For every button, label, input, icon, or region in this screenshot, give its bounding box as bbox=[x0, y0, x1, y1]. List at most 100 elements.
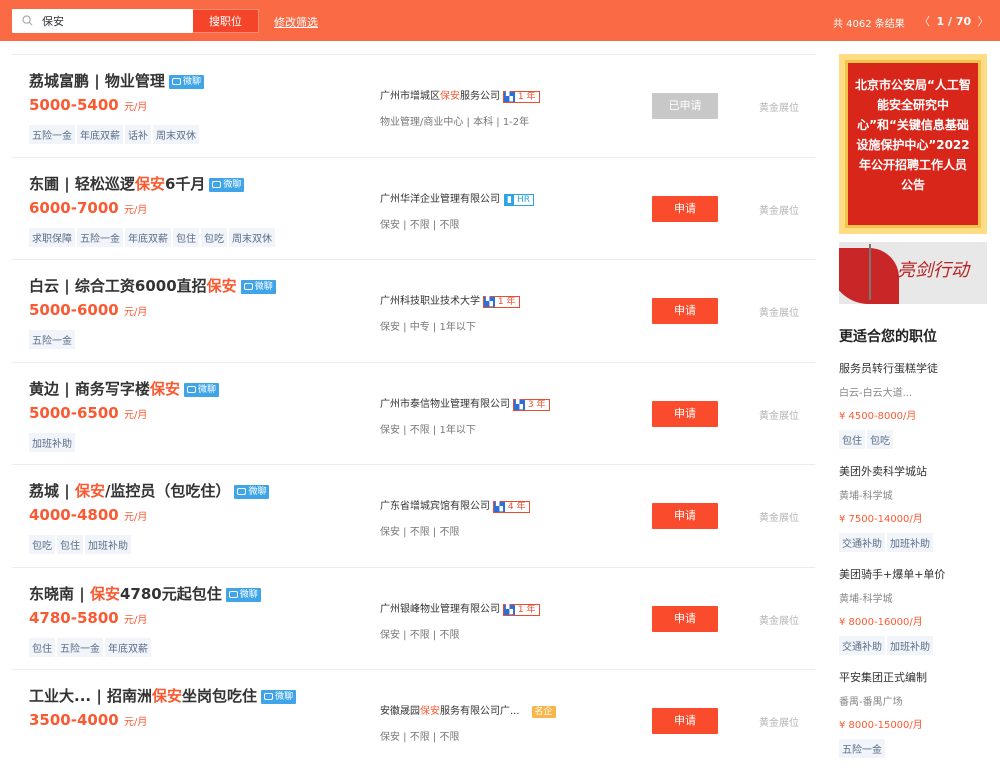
company-name[interactable]: 广州市泰信物业管理有限公司 ▚ 3 年 bbox=[380, 395, 550, 411]
recommend-heading: 更适合您的职位 bbox=[839, 329, 937, 345]
recommended-job[interactable]: 服务员转行蛋糕学徒 白云-白云大道... ¥ 4500-8000/月 包住 包吃 bbox=[839, 360, 987, 449]
job-item[interactable]: 荔城 | 保安/监控员（包吃住） 微聊 4000-4800 元/月 包吃 包住 加班补助 广… bbox=[12, 464, 815, 567]
recommended-job[interactable]: 美团骑手+爆单+单价 黄埔-科学城 ¥ 8000-16000/月 交通补助 加班补助 bbox=[839, 566, 987, 655]
job-salary: 5000-5400 元/月 bbox=[29, 96, 147, 114]
company-name-text: 广州市泰信物业管理有限公司 bbox=[380, 398, 510, 410]
apply-button[interactable]: 申请 bbox=[652, 605, 718, 632]
chat-badge-label: 微聊 bbox=[197, 384, 216, 395]
job-item[interactable]: 东晓南 | 保安4780元起包住 微聊 4780-5800 元/月 包住 五险一金 年底双… bbox=[12, 566, 815, 670]
job-salary: 6000-7000 元/月 bbox=[29, 199, 147, 217]
job-tags: 包吃 包住 加班补助 bbox=[29, 534, 133, 554]
chat-badge-label: 微聊 bbox=[239, 589, 258, 600]
wechat-chat-badge[interactable]: 微聊 bbox=[261, 690, 297, 704]
wechat-chat-badge[interactable]: 微聊 bbox=[183, 382, 219, 397]
recommended-job-location: 黄埔-科学城 bbox=[839, 491, 893, 502]
apply-button[interactable]: 申请 bbox=[652, 503, 718, 529]
job-meta: 物业管理/商业中心 | 本科 | 1-2年 bbox=[380, 117, 530, 128]
apply-button[interactable]: 申请 bbox=[652, 298, 718, 324]
modify-filter-link[interactable]: 修改筛选 bbox=[274, 14, 318, 30]
membership-icon: ▚ bbox=[504, 604, 515, 615]
benefit-tag: 包住 bbox=[29, 637, 55, 657]
benefit-tag: 五险一金 bbox=[77, 227, 123, 247]
prev-page-button[interactable]: 〈 bbox=[916, 13, 933, 29]
job-item[interactable]: 荔城富鹏 | 物业管理 微聊 5000-5400 元/月 五险一金 年底双薪 话补 周末双休… bbox=[12, 54, 815, 157]
company-name-text: 广州市增城区 bbox=[380, 91, 440, 102]
search-box[interactable] bbox=[12, 9, 193, 33]
job-item[interactable]: 黄边 | 商务写字楼保安 微聊 5000-6500 元/月 加班补助 广州市泰信物业管理… bbox=[12, 361, 815, 465]
company-name[interactable]: 广东省增城宾馆有限公司 ▚ 4 年 bbox=[380, 497, 530, 513]
next-page-button[interactable]: 〉 bbox=[975, 13, 992, 29]
company-name[interactable]: 广州科技职业技术大学 ▚ 1 年 bbox=[380, 292, 520, 308]
recommended-job-title[interactable]: 平安集团正式编制 bbox=[839, 669, 987, 685]
company-name[interactable]: 广州华洋企业管理有限公司 ▮ HR bbox=[380, 190, 534, 206]
recommended-job-title[interactable]: 美团骑手+爆单+单价 bbox=[839, 566, 987, 582]
job-title-text: 东晓南 | bbox=[29, 584, 90, 603]
job-title[interactable]: 白云 | 综合工资6000直招保安 微聊 bbox=[29, 275, 276, 296]
premium-slot-label: 黄金展位 bbox=[759, 308, 799, 319]
company-name-text: 广州银峰物业管理有限公司 bbox=[380, 603, 500, 615]
recommended-job[interactable]: 平安集团正式编制 番禺-番禺广场 ¥ 8000-15000/月 五险一金 bbox=[839, 669, 987, 758]
benefit-tag: 包吃 bbox=[867, 430, 893, 449]
benefit-tag: 年底双薪 bbox=[105, 637, 151, 657]
search-input[interactable] bbox=[42, 11, 187, 31]
job-title[interactable]: 荔城 | 保安/监控员（包吃住） 微聊 bbox=[29, 480, 270, 501]
famous-company-badge: 名企 bbox=[531, 706, 556, 718]
membership-icon: ▚ bbox=[504, 92, 515, 102]
company-name[interactable]: 广州市增城区保安服务公司 ▚ 1 年 bbox=[380, 87, 540, 103]
job-item[interactable]: 东圃 | 轻松巡逻保安6千月 微聊 6000-7000 元/月 求职保障 五险一金 年底双… bbox=[12, 156, 815, 260]
top-bar: 搜职位 修改筛选 共 4062 条结果 〈 1 / 70 〉 bbox=[0, 0, 1000, 41]
recommended-job-tags: 交通补助 加班补助 bbox=[839, 532, 987, 552]
recruitment-banner[interactable]: 北京市公安局“人工智能安全研究中心”和“关键信息基础设施保护中心”2022年公开… bbox=[839, 54, 987, 234]
recommended-job-title[interactable]: 服务员转行蛋糕学徒 bbox=[839, 360, 987, 376]
membership-years-badge: ▚ 1 年 bbox=[483, 296, 520, 308]
wechat-chat-badge[interactable]: 微聊 bbox=[234, 485, 270, 499]
job-title[interactable]: 荔城富鹏 | 物业管理 微聊 bbox=[29, 70, 204, 91]
job-title-keyword: 保安 bbox=[152, 687, 183, 705]
recommended-job[interactable]: 美团外卖科学城站黄埔-科学城 ¥ 7500-14000/月交通补助 加班补助 bbox=[839, 463, 987, 552]
company-name-text: 广州华洋企业管理有限公司 bbox=[380, 193, 500, 205]
job-salary: 5000-6000 元/月 bbox=[29, 301, 147, 319]
salary-unit: 元/月 bbox=[123, 409, 148, 421]
benefit-tag: 周末双休 bbox=[153, 125, 199, 144]
job-item[interactable]: 白云 | 综合工资6000直招保安 微聊 5000-6000 元/月 五险一金 广州科技… bbox=[12, 259, 815, 362]
chat-bubble-icon bbox=[186, 385, 196, 393]
wechat-chat-badge[interactable]: 微聊 bbox=[168, 75, 204, 89]
job-title[interactable]: 工业大... | 招南洲保安坐岗包吃住 微聊 bbox=[29, 685, 297, 706]
recommended-job-salary: ¥ 7500-14000/月 bbox=[839, 514, 923, 525]
job-title-keyword: 保安 bbox=[206, 277, 237, 295]
search-button[interactable]: 搜职位 bbox=[193, 9, 259, 33]
benefit-tag: 包住 bbox=[57, 535, 83, 554]
recommended-job-tags: 交通补助 加班补助 bbox=[839, 635, 987, 655]
job-title-text: 东圃 | 轻松巡逻 bbox=[29, 174, 135, 193]
wechat-chat-badge[interactable]: 微聊 bbox=[209, 177, 245, 192]
job-title-keyword: 保安 bbox=[89, 584, 120, 603]
job-item[interactable]: 工业大... | 招南洲保安坐岗包吃住 微聊 3500-4000 元/月 安徽晟园保安… bbox=[12, 669, 815, 772]
apply-button[interactable]: 申请 bbox=[652, 708, 718, 734]
chat-bubble-icon bbox=[171, 78, 181, 85]
recommended-job-salary: ¥ 4500-8000/月 bbox=[839, 411, 917, 422]
wechat-chat-badge[interactable]: 微聊 bbox=[225, 587, 261, 602]
benefit-tag: 五险一金 bbox=[839, 739, 885, 758]
chat-badge-label: 微聊 bbox=[182, 77, 201, 87]
hr-badge-label: HR bbox=[516, 194, 530, 205]
recommend-list: 服务员转行蛋糕学徒 白云-白云大道... ¥ 4500-8000/月 包住 包吃 美团外卖… bbox=[839, 360, 987, 758]
job-title[interactable]: 东圃 | 轻松巡逻保安6千月 微聊 bbox=[29, 173, 245, 194]
apply-button[interactable]: 申请 bbox=[652, 400, 718, 427]
membership-icon: ▚ bbox=[484, 297, 495, 307]
chat-bubble-icon bbox=[237, 488, 247, 495]
campaign-banner[interactable]: 亮剑行动 bbox=[839, 242, 987, 304]
apply-button[interactable]: 申请 bbox=[652, 195, 718, 222]
salary-unit: 元/月 bbox=[123, 204, 148, 216]
job-tags: 包住 五险一金 年底双薪 bbox=[29, 637, 153, 657]
benefit-tag: 求职保障 bbox=[29, 227, 75, 247]
job-title[interactable]: 黄边 | 商务写字楼保安 微聊 bbox=[29, 378, 219, 399]
membership-years-label: 3 年 bbox=[527, 399, 546, 410]
recommended-job-title[interactable]: 美团外卖科学城站 bbox=[839, 463, 987, 479]
company-name[interactable]: 安徽晟园保安服务有限公司广... 名企 bbox=[380, 702, 556, 718]
wechat-chat-badge[interactable]: 微聊 bbox=[240, 280, 276, 294]
benefit-tag: 包住 bbox=[839, 430, 865, 449]
company-name[interactable]: 广州银峰物业管理有限公司 ▚ 1 年 bbox=[380, 600, 540, 616]
job-salary: 4780-5800 元/月 bbox=[29, 609, 147, 627]
premium-slot-label: 黄金展位 bbox=[759, 205, 799, 217]
job-title[interactable]: 东晓南 | 保安4780元起包住 微聊 bbox=[29, 583, 261, 604]
